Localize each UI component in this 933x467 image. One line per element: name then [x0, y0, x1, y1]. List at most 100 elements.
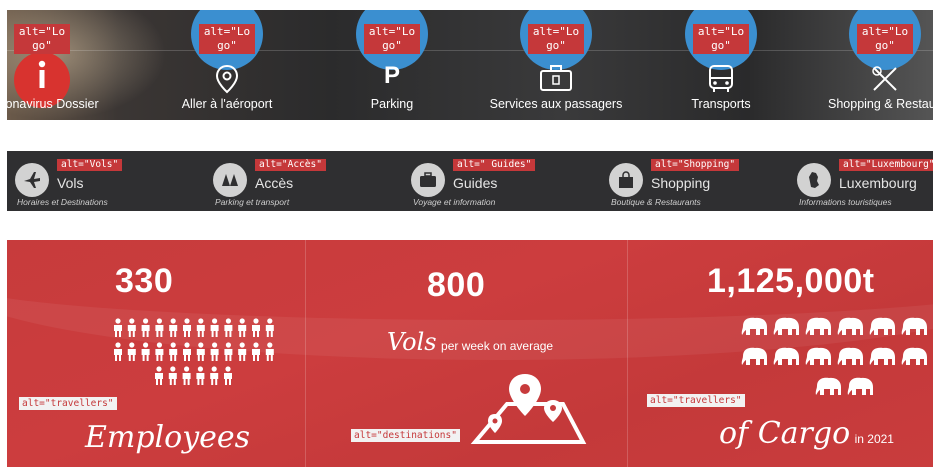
cargo-script: of Cargo: [719, 416, 851, 451]
service-label: Parking: [370, 97, 414, 111]
person-icon: [155, 342, 164, 361]
alt-tag: alt="Vols": [57, 159, 123, 171]
person-icon: [127, 342, 136, 361]
service-label: Aller à l'aéroport: [181, 97, 273, 111]
parking-icon: P: [383, 62, 401, 89]
info-icon: [35, 60, 49, 95]
suitcase-icon: [539, 64, 573, 97]
elephant-icon: [901, 317, 927, 335]
nav-item-vols[interactable]: alt="Vols" Vols Horaires et Destinations: [7, 151, 197, 211]
elephant-icon: [837, 347, 863, 365]
service-label: Services aux passagers: [489, 97, 623, 111]
alt-tag: alt="Logo": [693, 24, 749, 54]
person-icon: [210, 366, 219, 385]
person-icon: [155, 366, 163, 385]
person-icon: [224, 318, 233, 337]
service-parking[interactable]: alt="Logo" P Parking: [317, 10, 467, 120]
divider: [627, 240, 628, 467]
person-icon: [196, 366, 205, 385]
person-icon: [252, 342, 260, 361]
alt-tag: alt="Logo": [364, 24, 420, 54]
person-icon: [155, 318, 164, 337]
alt-tag: alt="Logo": [14, 24, 70, 54]
alt-tag: alt="Shopping": [651, 159, 740, 171]
person-icon: [196, 318, 205, 337]
cargo-suffix: in 2021: [854, 432, 894, 446]
elephant-icon: [805, 317, 831, 335]
cutlery-icon: [870, 64, 900, 99]
person-icon: [141, 342, 150, 361]
alt-tag: alt="Accès": [255, 159, 326, 171]
person-icon: [224, 366, 232, 385]
nav-title: Accès: [255, 175, 294, 191]
main-nav: alt="Vols" Vols Horaires et Destinations…: [7, 151, 933, 211]
map-icon: [213, 163, 247, 197]
employees-caption: Employees: [85, 420, 251, 455]
nav-title: Shopping: [651, 175, 711, 191]
elephant-icon: [837, 317, 863, 335]
elephant-icon: [741, 317, 767, 335]
person-icon: [196, 342, 205, 361]
flights-suffix: per week on average: [441, 339, 554, 353]
alt-tag: alt="destinations": [351, 429, 460, 442]
person-icon: [169, 318, 178, 337]
person-icon: [169, 342, 178, 361]
person-icon: [210, 318, 219, 337]
service-label: Coronavirus Dossier: [7, 97, 99, 111]
nav-item-shopping[interactable]: alt="Shopping" Shopping Boutique & Resta…: [601, 151, 791, 211]
cargo-value: 1,125,000t: [707, 262, 875, 300]
person-icon: [224, 342, 233, 361]
person-icon: [127, 318, 136, 337]
service-label: Transports: [691, 97, 751, 111]
service-label: Shopping & Restaura: [828, 97, 933, 111]
nav-subtitle: Parking et transport: [215, 197, 290, 207]
alt-tag: alt="travellers": [19, 397, 117, 410]
person-icon: [265, 318, 274, 337]
nav-subtitle: Voyage et information: [413, 197, 496, 207]
elephant-icons: [737, 314, 933, 409]
service-shopping[interactable]: alt="Logo" Shopping & Restaura: [810, 10, 933, 120]
person-icon: [114, 318, 122, 337]
shopping-bag-icon: [609, 163, 643, 197]
person-icon: [238, 342, 247, 361]
nav-title: Vols: [57, 175, 84, 191]
nav-item-acces[interactable]: alt="Accès" Accès Parking et transport: [205, 151, 395, 211]
elephant-icon: [815, 377, 841, 395]
elephant-icon: [773, 317, 799, 335]
nav-item-guides[interactable]: alt=" Guides" Guides Voyage et informati…: [403, 151, 593, 211]
nav-item-luxembourg[interactable]: alt="Luxembourg" Luxembourg Informations…: [789, 151, 933, 211]
service-coronavirus[interactable]: alt="Logo" Coronavirus Dossier: [7, 10, 117, 120]
luxembourg-map-icon: [797, 163, 831, 197]
bus-icon: [707, 64, 735, 99]
alt-tag: alt="Logo": [199, 24, 255, 54]
person-icon: [210, 342, 219, 361]
person-icon: [183, 342, 191, 361]
person-icon: [238, 318, 247, 337]
service-passengers[interactable]: alt="Logo" Services aux passagers: [481, 10, 631, 120]
nav-subtitle: Informations touristiques: [799, 197, 892, 207]
service-strip: alt="Logo" Coronavirus Dossier alt="Logo…: [7, 10, 933, 120]
nav-subtitle: Horaires et Destinations: [17, 197, 108, 207]
destinations-icon: [467, 370, 587, 455]
service-airport-access[interactable]: alt="Logo" Aller à l'aéroport: [152, 10, 302, 120]
person-icon: [265, 342, 274, 361]
alt-tag: alt="Logo": [857, 24, 913, 54]
alt-tag: alt="Luxembourg": [839, 159, 933, 171]
person-icon: [252, 318, 260, 337]
flights-caption: Vols per week on average: [387, 328, 553, 356]
elephant-icon: [741, 347, 767, 365]
elephant-icon: [847, 377, 873, 395]
elephant-icon: [773, 347, 799, 365]
divider: [305, 240, 306, 467]
flights-value: 800: [427, 266, 486, 304]
people-icons: [111, 318, 281, 390]
location-pin-icon: [215, 64, 239, 99]
service-transports[interactable]: alt="Logo" Transports: [646, 10, 796, 120]
nav-subtitle: Boutique & Restaurants: [611, 197, 701, 207]
briefcase-icon: [411, 163, 445, 197]
elephant-icon: [901, 347, 927, 365]
person-icon: [141, 318, 150, 337]
nav-title: Luxembourg: [839, 175, 917, 191]
elephant-icon: [869, 317, 895, 335]
cargo-caption: of Cargo in 2021: [719, 416, 894, 451]
